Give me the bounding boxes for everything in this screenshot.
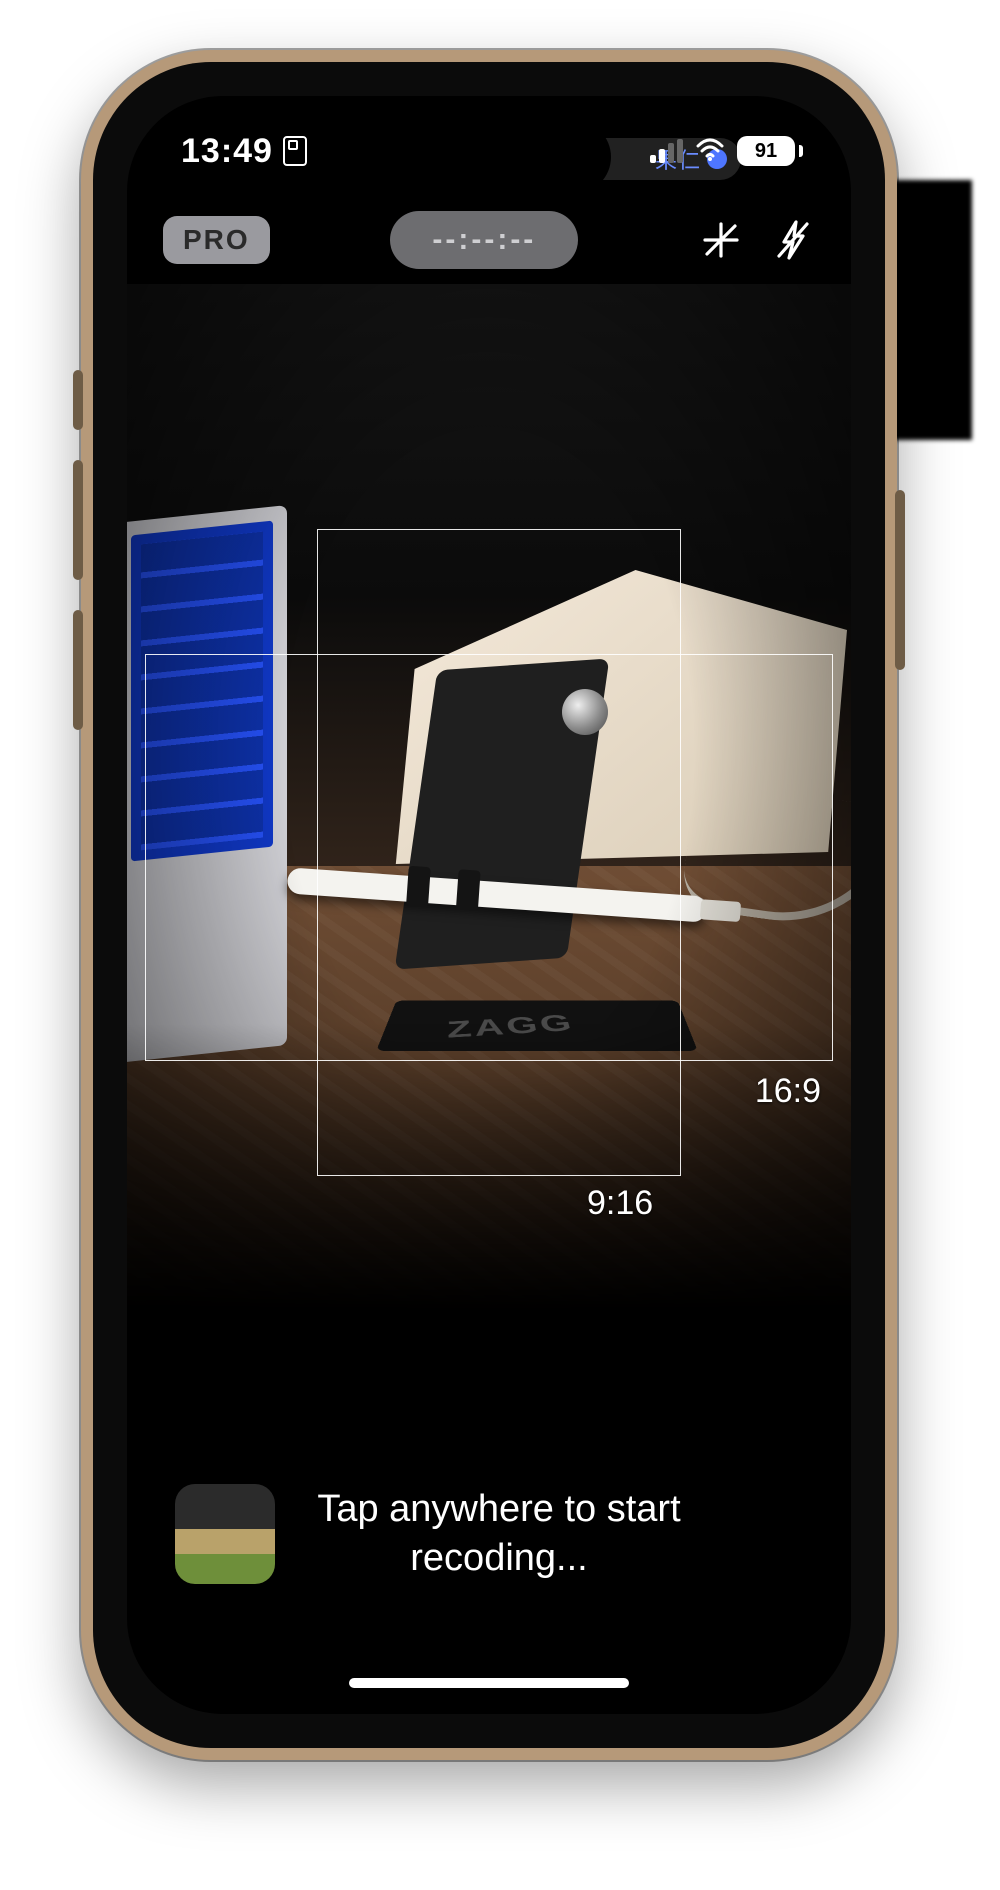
record-hint-text: Tap anywhere to start recoding... (305, 1485, 803, 1584)
home-indicator[interactable] (349, 1678, 629, 1688)
flash-toggle[interactable] (771, 218, 815, 262)
phone-bezel: 果仁 13:49 91 (93, 62, 885, 1748)
volume-down (73, 610, 83, 730)
sim-icon (283, 136, 307, 166)
camera-viewfinder[interactable]: ZAGG 16:9 9:16 (127, 284, 851, 1324)
cellular-signal-icon (650, 139, 683, 163)
app-top-bar: PRO --:--:-- (127, 200, 851, 280)
focus-toggle[interactable] (699, 218, 743, 262)
phone-device-frame: 果仁 13:49 91 (81, 50, 897, 1760)
footer-row: Tap anywhere to start recoding... (127, 1484, 851, 1584)
focus-off-icon (699, 218, 743, 262)
status-time: 13:49 (181, 132, 273, 171)
viewfinder-bottom-fade (127, 1024, 851, 1324)
dynamic-island (369, 122, 609, 192)
battery-percent: 91 (737, 136, 795, 166)
flash-off-icon (771, 218, 815, 262)
mockup-shadow (892, 180, 972, 440)
wifi-icon (695, 137, 725, 166)
record-timer-pill[interactable]: --:--:-- (390, 211, 578, 269)
mute-switch (73, 370, 83, 430)
battery-indicator: 91 (737, 136, 803, 166)
gallery-thumbnail[interactable] (175, 1484, 275, 1584)
pro-badge[interactable]: PRO (163, 216, 270, 264)
power-button (895, 490, 905, 670)
phone-screen: 果仁 13:49 91 (127, 96, 851, 1714)
volume-up (73, 460, 83, 580)
